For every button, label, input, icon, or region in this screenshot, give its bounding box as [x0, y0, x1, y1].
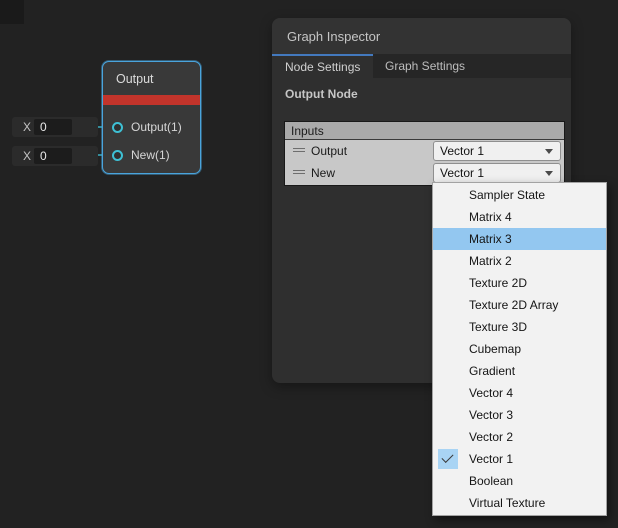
- menu-item-matrix-3[interactable]: Matrix 3: [433, 228, 606, 250]
- port-icon[interactable]: [112, 122, 123, 133]
- menu-item-texture-3d[interactable]: Texture 3D: [433, 316, 606, 338]
- menu-item-sampler-state[interactable]: Sampler State: [433, 184, 606, 206]
- port-label: Output(1): [131, 120, 182, 134]
- tab-graph-settings[interactable]: Graph Settings: [373, 54, 483, 78]
- output-node[interactable]: Output Output(1) New(1): [102, 61, 201, 174]
- inputs-panel-header: Inputs: [285, 122, 564, 140]
- tab-node-settings[interactable]: Node Settings: [272, 54, 373, 78]
- inline-float-widget: X 0: [12, 117, 98, 137]
- menu-item-matrix-2[interactable]: Matrix 2: [433, 250, 606, 272]
- check-icon: [438, 449, 458, 469]
- dropdown-arrow-icon: [545, 149, 553, 154]
- float-value-field[interactable]: 0: [34, 119, 72, 135]
- menu-item-boolean[interactable]: Boolean: [433, 470, 606, 492]
- float-value-field[interactable]: 0: [34, 148, 72, 164]
- input-row-output: Output Vector 1: [285, 140, 564, 162]
- port-row: Output(1): [103, 117, 182, 137]
- menu-item-gradient[interactable]: Gradient: [433, 360, 606, 382]
- menu-item-label: Vector 1: [469, 452, 513, 466]
- inputs-panel: Inputs Output Vector 1 New Vector 1: [284, 121, 565, 186]
- menu-item-virtual-texture[interactable]: Virtual Texture: [433, 492, 606, 514]
- dropdown-arrow-icon: [545, 171, 553, 176]
- menu-item-texture-2d[interactable]: Texture 2D: [433, 272, 606, 294]
- axis-label: X: [23, 146, 31, 166]
- input-name: New: [311, 162, 335, 184]
- drag-handle-icon[interactable]: [293, 148, 305, 153]
- menu-item-vector-3[interactable]: Vector 3: [433, 404, 606, 426]
- input-name: Output: [311, 140, 347, 162]
- menu-item-cubemap[interactable]: Cubemap: [433, 338, 606, 360]
- corner-square: [0, 0, 24, 24]
- tab-label: Node Settings: [285, 60, 360, 74]
- tab-label: Graph Settings: [385, 59, 465, 73]
- menu-item-texture-2d-array[interactable]: Texture 2D Array: [433, 294, 606, 316]
- menu-item-matrix-4[interactable]: Matrix 4: [433, 206, 606, 228]
- dropdown-value: Vector 1: [440, 166, 484, 180]
- dropdown-value: Vector 1: [440, 144, 484, 158]
- section-title: Output Node: [285, 87, 571, 101]
- port-row: New(1): [103, 145, 170, 165]
- type-dropdown[interactable]: Vector 1: [433, 141, 561, 161]
- node-color-bar: [103, 95, 200, 105]
- axis-label: X: [23, 117, 31, 137]
- shader-graph-window: X 0 X 0 Output Output(1) New(1) Graph In…: [0, 0, 618, 528]
- node-title: Output: [103, 62, 200, 95]
- panel-header[interactable]: Graph Inspector: [272, 18, 571, 54]
- type-dropdown[interactable]: Vector 1: [433, 163, 561, 183]
- tab-bar: Node Settings Graph Settings: [272, 54, 571, 78]
- input-row-new: New Vector 1: [285, 162, 564, 184]
- drag-handle-icon[interactable]: [293, 170, 305, 175]
- port-label: New(1): [131, 148, 170, 162]
- port-icon[interactable]: [112, 150, 123, 161]
- type-dropdown-menu: Sampler State Matrix 4 Matrix 3 Matrix 2…: [432, 182, 607, 516]
- menu-item-vector-1[interactable]: Vector 1: [433, 448, 606, 470]
- menu-item-vector-2[interactable]: Vector 2: [433, 426, 606, 448]
- inline-float-widget: X 0: [12, 146, 98, 166]
- menu-item-vector-4[interactable]: Vector 4: [433, 382, 606, 404]
- panel-title: Graph Inspector: [287, 29, 380, 44]
